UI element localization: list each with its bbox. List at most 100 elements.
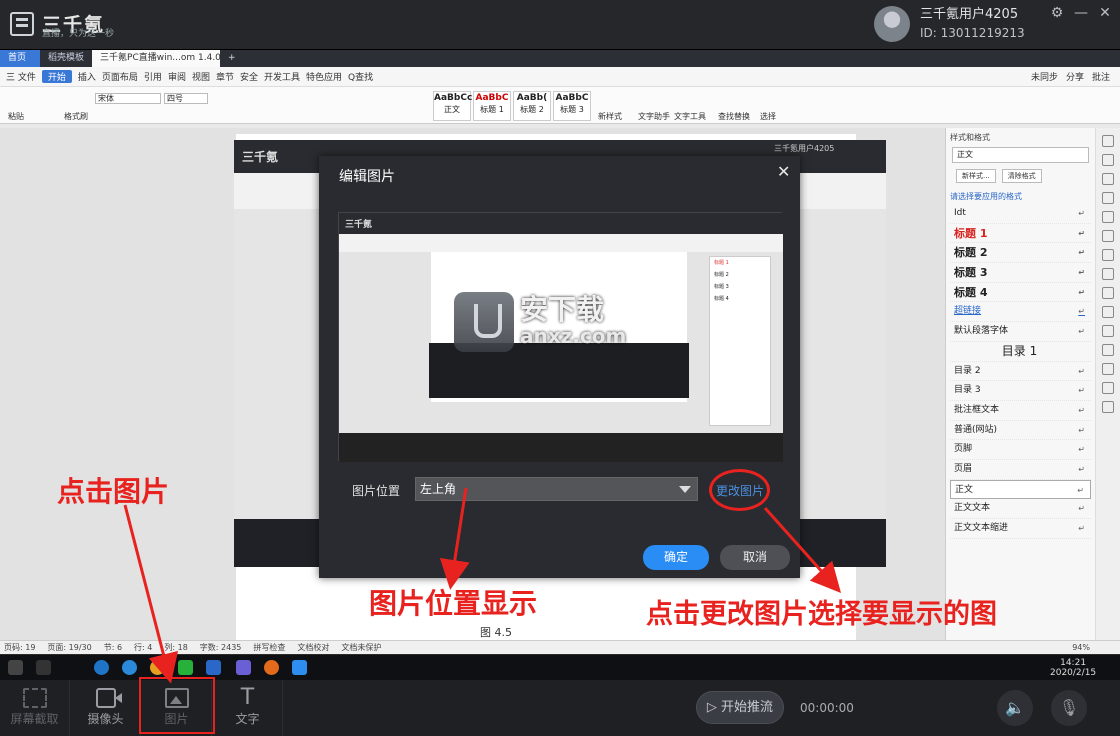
- style-heading-2[interactable]: AaBb(标题 2: [513, 91, 551, 121]
- gear-icon[interactable]: ⚙: [1046, 4, 1068, 22]
- style-name: 标题 1: [480, 105, 504, 114]
- cancel-button[interactable]: 取消: [720, 545, 790, 570]
- position-select[interactable]: 左上角: [415, 477, 698, 501]
- menu-section[interactable]: 章节: [216, 70, 234, 83]
- ie-icon[interactable]: [122, 660, 137, 675]
- menu-find[interactable]: Q查找: [348, 70, 373, 83]
- wps-icon[interactable]: [206, 660, 221, 675]
- close-icon[interactable]: ✕: [777, 162, 790, 181]
- menu-comment[interactable]: 批注: [1092, 70, 1110, 83]
- style-item-label: 正文文本缩进: [954, 523, 1009, 533]
- style-list-item[interactable]: 页脚 ↵: [950, 440, 1091, 460]
- menu-start[interactable]: 开始: [41, 70, 72, 83]
- screen-capture-button[interactable]: 屏幕截取: [0, 680, 70, 736]
- close-icon[interactable]: ✕: [1094, 4, 1116, 22]
- font-size-select[interactable]: 四号: [164, 93, 208, 104]
- style-list-item[interactable]: Idt ↵: [950, 204, 1091, 224]
- current-style-select[interactable]: 正文: [952, 147, 1089, 163]
- new-style-panel-button[interactable]: 新样式...: [956, 169, 996, 183]
- start-icon[interactable]: [8, 660, 23, 675]
- format-painter-button[interactable]: 格式刷: [64, 111, 88, 122]
- menu-file[interactable]: 三 文件: [6, 70, 36, 83]
- ok-button[interactable]: 确定: [643, 545, 709, 570]
- return-icon: ↵: [1078, 287, 1085, 297]
- menu-view[interactable]: 视图: [192, 70, 210, 83]
- style-list-item[interactable]: 标题 3 ↵: [950, 263, 1091, 283]
- tool-icon[interactable]: [1102, 173, 1114, 185]
- style-list-item[interactable]: 批注框文本 ↵: [950, 401, 1091, 421]
- minimize-icon[interactable]: —: [1070, 4, 1092, 22]
- style-heading-3[interactable]: AaBbC 标题 3: [553, 91, 591, 121]
- style-list-item[interactable]: 默认段落字体 ↵: [950, 322, 1091, 342]
- menu-layout[interactable]: 页面布局: [102, 70, 138, 83]
- tool-icon[interactable]: [1102, 230, 1114, 242]
- style-list-item[interactable]: 正文文本 ↵: [950, 499, 1091, 519]
- browser-icon[interactable]: [150, 660, 165, 675]
- select-button[interactable]: 选择: [760, 111, 776, 122]
- style-list-item[interactable]: 超链接 ↵: [950, 302, 1091, 323]
- tool-icon[interactable]: [1102, 268, 1114, 280]
- status-proof[interactable]: 文档校对: [297, 642, 329, 653]
- style-list-item[interactable]: 目录 2 ↵: [950, 362, 1091, 382]
- tool-icon[interactable]: [1102, 344, 1114, 356]
- user-info[interactable]: 三千氪用户4205 ID: 13011219213: [874, 6, 1025, 42]
- style-list-item[interactable]: 页眉 ↵: [950, 460, 1091, 480]
- app-icon[interactable]: [236, 660, 251, 675]
- menu-sync[interactable]: 未同步: [1031, 70, 1058, 83]
- menu-review[interactable]: 审阅: [168, 70, 186, 83]
- font-select[interactable]: 宋体: [95, 93, 161, 104]
- clear-format-button[interactable]: 清除格式: [1001, 169, 1042, 183]
- text-button[interactable]: T 文字: [213, 680, 283, 736]
- new-style-button[interactable]: 新样式: [598, 111, 622, 122]
- menu-insert[interactable]: 插入: [78, 70, 96, 83]
- edge-icon[interactable]: [94, 660, 109, 675]
- microphone-icon[interactable]: 🎙: [1051, 690, 1087, 726]
- tool-icon[interactable]: [1102, 363, 1114, 375]
- camera-button[interactable]: 摄像头: [71, 680, 141, 736]
- tab-home[interactable]: 首页: [0, 50, 40, 67]
- tab-templates[interactable]: 稻壳模板: [40, 50, 92, 67]
- speaker-icon[interactable]: 🔈: [997, 690, 1033, 726]
- style-list-item[interactable]: 普通(网站) ↵: [950, 421, 1091, 441]
- tool-icon[interactable]: [1102, 154, 1114, 166]
- sanqianke-icon[interactable]: [292, 660, 307, 675]
- status-spell[interactable]: 拼写检查: [253, 642, 285, 653]
- style-list-item[interactable]: 标题 1 ↵: [950, 224, 1091, 244]
- avatar[interactable]: [874, 6, 910, 42]
- menu-security[interactable]: 安全: [240, 70, 258, 83]
- style-list-item[interactable]: 目录 1: [950, 342, 1091, 362]
- style-normal[interactable]: AaBbCcDd 正文: [433, 91, 486, 121]
- style-list-item[interactable]: 正文文本缩进 ↵: [950, 519, 1091, 539]
- tab-add[interactable]: +: [220, 50, 244, 67]
- style-list-item[interactable]: 标题 2 ↵: [950, 243, 1091, 264]
- tab-document[interactable]: 三千氪PC直播win...om 1.4.0.0: [92, 50, 221, 67]
- tool-icon[interactable]: [1102, 325, 1114, 337]
- menu-reference[interactable]: 引用: [144, 70, 162, 83]
- start-push-button[interactable]: ▷ 开始推流: [696, 691, 784, 724]
- tool-icon[interactable]: [1102, 192, 1114, 204]
- menu-dev[interactable]: 开发工具: [264, 70, 300, 83]
- tool-icon[interactable]: [1102, 306, 1114, 318]
- text-tools-button[interactable]: 文字工具: [674, 111, 706, 122]
- style-heading-1[interactable]: AaBbC 标题 1: [473, 91, 511, 121]
- tool-icon[interactable]: [1102, 135, 1114, 147]
- paste-button[interactable]: 粘贴: [8, 111, 24, 122]
- tool-icon[interactable]: [1102, 382, 1114, 394]
- text-assistant-button[interactable]: 文字助手: [638, 111, 670, 122]
- tool-icon[interactable]: [1102, 249, 1114, 261]
- status-protect[interactable]: 文档未保护: [341, 642, 381, 653]
- menu-special[interactable]: 特色应用: [306, 70, 342, 83]
- app-icon[interactable]: [264, 660, 279, 675]
- style-list-item[interactable]: 正文 ↵: [950, 479, 1091, 500]
- zoom-level[interactable]: 94%: [1072, 643, 1120, 652]
- wechat-icon[interactable]: [178, 660, 193, 675]
- style-sample: AaBbC: [475, 93, 509, 103]
- tool-icon[interactable]: [1102, 211, 1114, 223]
- tool-icon[interactable]: [1102, 401, 1114, 413]
- find-replace-button[interactable]: 查找替换: [718, 111, 750, 122]
- style-list-item[interactable]: 标题 4 ↵: [950, 283, 1091, 303]
- style-list-item[interactable]: 目录 3 ↵: [950, 381, 1091, 401]
- tool-icon[interactable]: [1102, 287, 1114, 299]
- menu-share[interactable]: 分享: [1066, 70, 1084, 83]
- taskview-icon[interactable]: [36, 660, 51, 675]
